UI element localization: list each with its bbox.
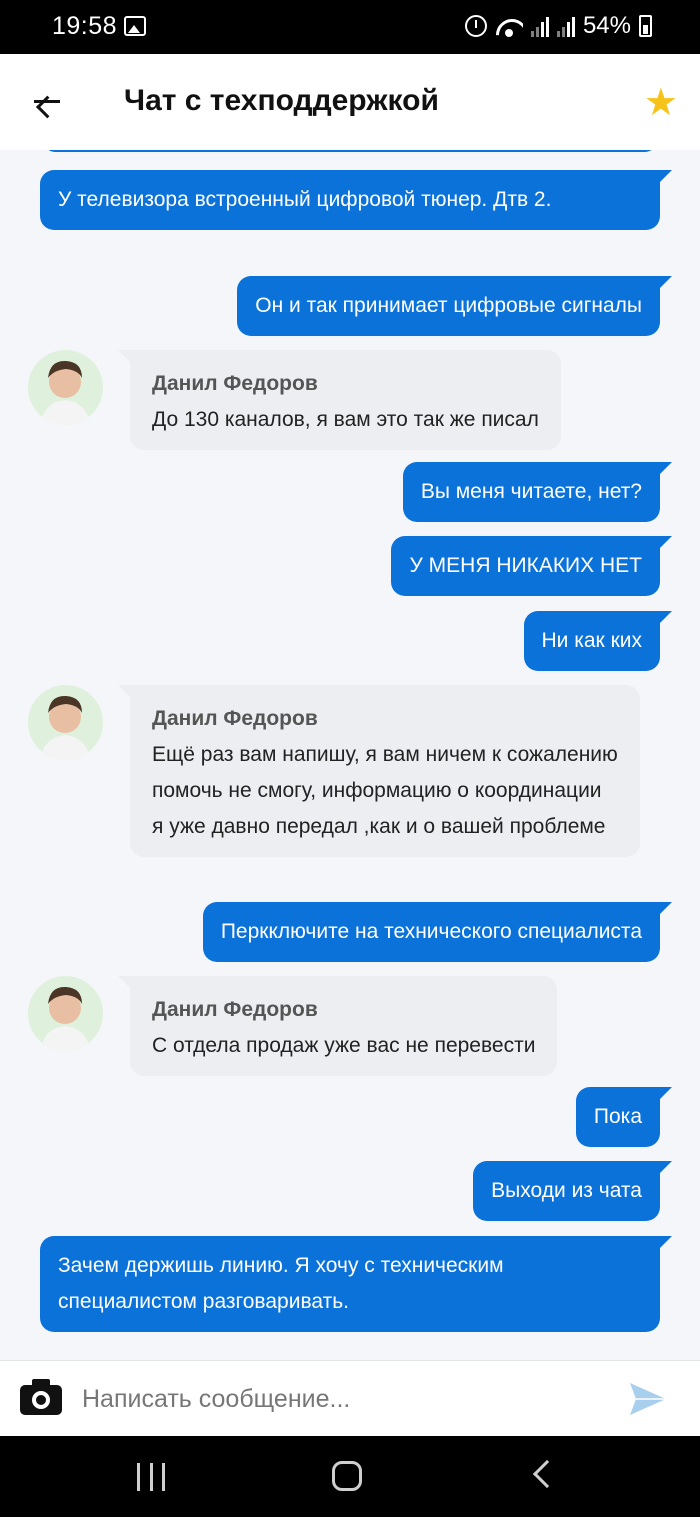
message-text: У МЕНЯ НИКАКИХ НЕТ <box>409 554 642 577</box>
avatar[interactable] <box>28 976 103 1051</box>
message-bubble-partial <box>44 150 656 152</box>
outgoing-message[interactable]: Выходи из чата <box>473 1161 672 1221</box>
message-text: Ни как ких <box>541 629 643 652</box>
gallery-icon <box>124 16 146 36</box>
message-text: Ещё раз вам напишу, я вам ничем к сожале… <box>152 743 618 838</box>
send-icon[interactable] <box>628 1379 668 1419</box>
battery-percent: 54% <box>582 12 631 39</box>
signal-icon <box>530 15 549 37</box>
signal-icon-2 <box>556 15 575 37</box>
message-text: Он и так принимает цифровые сигналы <box>255 294 642 317</box>
outgoing-message[interactable]: Ни как ких <box>523 611 672 671</box>
outgoing-message[interactable]: Вы меня читаете, нет? <box>402 462 673 522</box>
sender-name: Данил Федоров <box>152 372 318 395</box>
incoming-message[interactable]: Данил Федоров С отдела продаж уже вас не… <box>117 976 558 1076</box>
message-text: До 130 каналов, я вам это так же писал <box>152 408 539 431</box>
incoming-message[interactable]: Данил Федоров До 130 каналов, я вам это … <box>118 350 561 450</box>
recent-apps-icon[interactable] <box>137 1463 165 1491</box>
alarm-icon <box>464 15 487 37</box>
camera-icon[interactable] <box>20 1379 62 1417</box>
message-list[interactable]: У телевизора встроенный цифровой тюнер. … <box>0 150 700 1360</box>
back-icon[interactable] <box>532 1459 562 1489</box>
star-icon[interactable]: ★ <box>644 84 678 122</box>
chat-header: Чат с техподдержкой ★ <box>0 54 700 150</box>
avatar[interactable] <box>28 685 103 760</box>
message-text: Перкключите на технического специалиста <box>220 920 642 943</box>
sender-name: Данил Федоров <box>152 707 318 730</box>
message-input[interactable] <box>82 1379 602 1419</box>
sender-name: Данил Федоров <box>152 998 318 1021</box>
outgoing-message[interactable]: Зачем держишь линию. Я хочу с технически… <box>40 1236 672 1332</box>
navigation-bar <box>0 1436 700 1517</box>
message-composer <box>0 1360 700 1436</box>
message-text: С отдела продаж уже вас не перевести <box>152 1034 536 1057</box>
status-time: 19:58 <box>52 12 118 40</box>
page-title: Чат с техподдержкой <box>124 84 439 117</box>
wifi-icon <box>495 15 523 37</box>
avatar[interactable] <box>28 350 103 425</box>
arrow-left-icon[interactable] <box>24 82 68 122</box>
outgoing-message[interactable]: У МЕНЯ НИКАКИХ НЕТ <box>391 536 672 596</box>
outgoing-message[interactable]: Перкключите на технического специалиста <box>202 902 673 962</box>
status-bar: 19:58 54% <box>0 0 700 54</box>
home-icon[interactable] <box>332 1461 362 1491</box>
message-text: Вы меня читаете, нет? <box>420 480 642 503</box>
outgoing-message[interactable]: У телевизора встроенный цифровой тюнер. … <box>40 170 672 230</box>
message-text: Зачем держишь линию. Я хочу с технически… <box>58 1254 504 1313</box>
battery-icon <box>639 15 652 37</box>
message-text: У телевизора встроенный цифровой тюнер. … <box>58 188 552 211</box>
outgoing-message[interactable]: Пока <box>575 1087 673 1147</box>
incoming-message[interactable]: Данил Федоров Ещё раз вам напишу, я вам … <box>118 685 640 857</box>
message-text: Пока <box>593 1105 642 1128</box>
message-text: Выходи из чата <box>491 1179 642 1202</box>
outgoing-message[interactable]: Он и так принимает цифровые сигналы <box>237 276 672 336</box>
